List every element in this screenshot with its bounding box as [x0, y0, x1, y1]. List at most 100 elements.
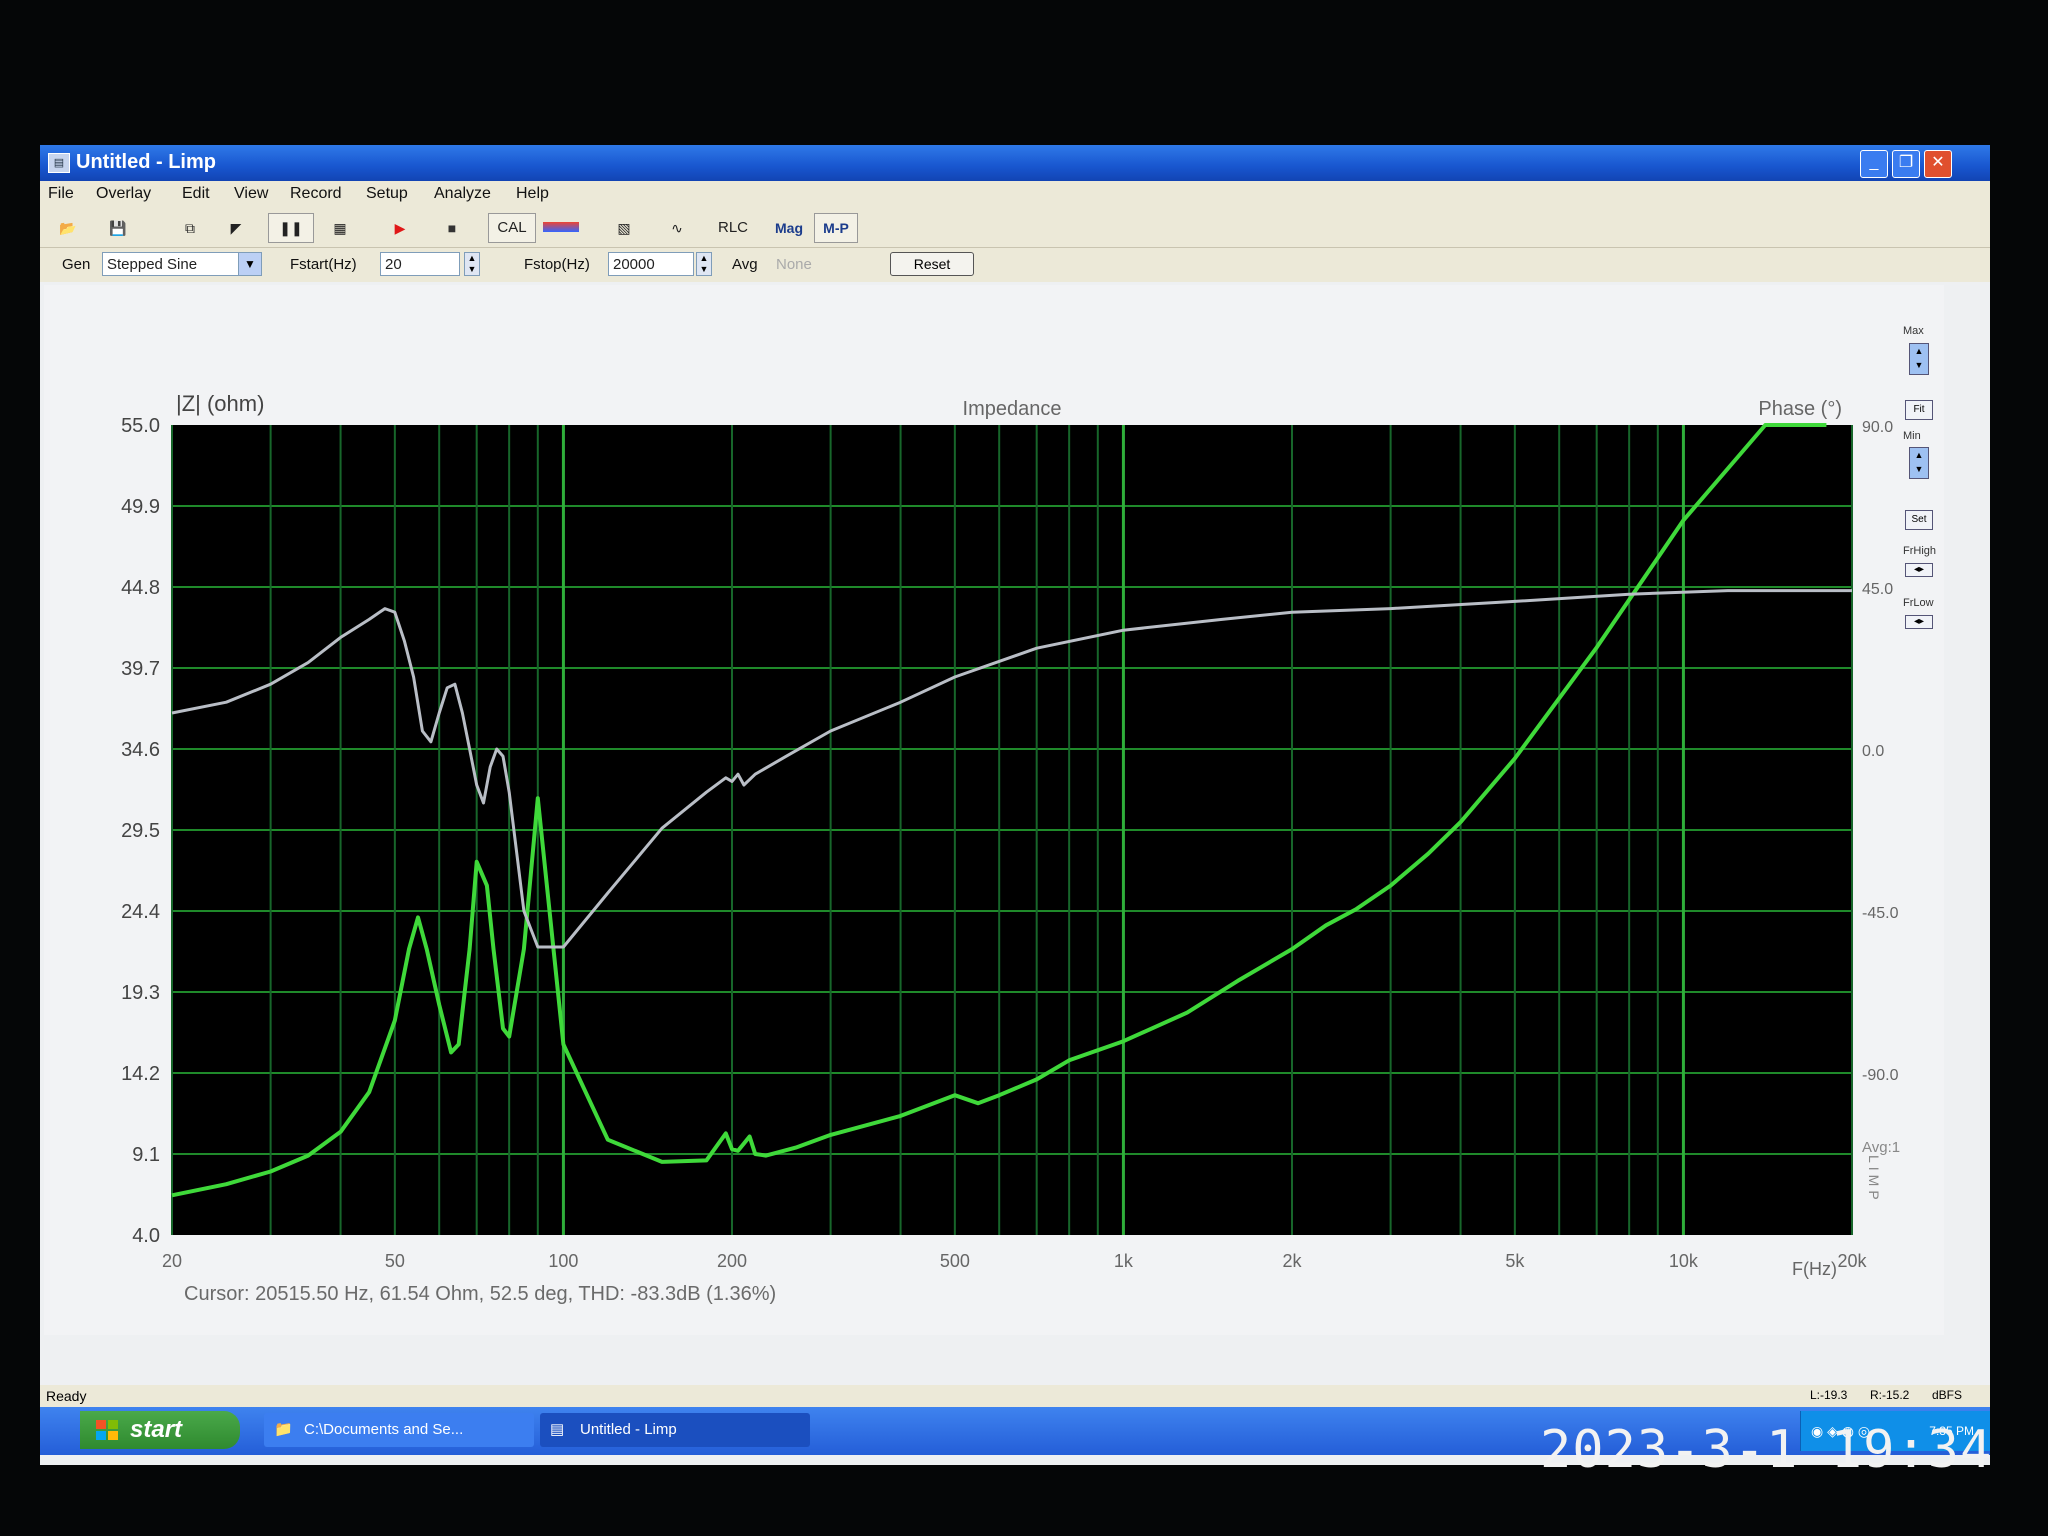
mp-button[interactable]: M-P: [814, 213, 858, 243]
min-label: Min: [1903, 430, 1921, 442]
photo-timestamp: 2023-3-1 19:34: [1540, 1420, 1993, 1480]
x-tick-label: 2k: [1282, 1251, 1302, 1271]
side-controls: Max ▲ ▼ Fit Min ▲ ▼ Set FrHigh ◂▸ FrLow ◂▸: [1895, 315, 1955, 1315]
set-button[interactable]: Set: [1905, 510, 1933, 530]
x-tick-label: 50: [385, 1251, 405, 1271]
generator-bar: Gen Stepped Sine ▼ Fstart(Hz) 20 ▲ ▼ Fsto…: [40, 248, 1990, 282]
menu-setup[interactable]: Setup: [366, 185, 408, 203]
menu-record[interactable]: Record: [290, 185, 342, 203]
reset-button[interactable]: Reset: [890, 252, 974, 276]
y-tick-label: 14.2: [121, 1063, 160, 1085]
menu-analyze[interactable]: Analyze: [434, 185, 491, 203]
y-tick-label: 9.1: [132, 1144, 160, 1166]
close-button[interactable]: ✕: [1924, 150, 1952, 178]
record-play-icon[interactable]: ▶: [384, 213, 416, 243]
menu-help[interactable]: Help: [516, 185, 549, 203]
limp-app-icon[interactable]: ▤: [48, 153, 70, 173]
windows-flag-icon: [96, 1420, 118, 1440]
limp-task-icon: ▤: [550, 1421, 565, 1438]
level-unit: dBFS: [1932, 1388, 1963, 1402]
x-tick-label: 1k: [1114, 1251, 1134, 1271]
y-axis-label: |Z| (ohm): [176, 391, 264, 416]
menu-file[interactable]: File: [48, 185, 74, 203]
waveform-icon[interactable]: ▧: [606, 213, 642, 243]
mag-button[interactable]: Mag: [768, 213, 810, 243]
menu-edit[interactable]: Edit: [182, 185, 210, 203]
copy-icon[interactable]: ⧉: [174, 213, 206, 243]
min-spinner-icon[interactable]: ▲ ▼: [1909, 447, 1929, 479]
x-axis-label: F(Hz): [1792, 1259, 1837, 1279]
chart-title: Impedance: [963, 398, 1062, 420]
y-right-tick-label: 90.0: [1862, 419, 1893, 436]
y-right-axis-label: Phase (°): [1758, 398, 1842, 420]
fstop-spinner-icon[interactable]: ▲ ▼: [696, 252, 712, 276]
minimize-button[interactable]: _: [1860, 150, 1888, 178]
x-tick-label: 5k: [1505, 1251, 1525, 1271]
y-tick-label: 49.9: [121, 496, 160, 518]
x-tick-label: 500: [940, 1251, 970, 1271]
window-title: Untitled - Limp: [76, 151, 216, 173]
y-right-tick-label: 0.0: [1862, 743, 1884, 760]
start-button[interactable]: start: [80, 1411, 240, 1449]
fstop-label: Fstop(Hz): [524, 256, 590, 273]
maximize-button[interactable]: ❐: [1892, 150, 1920, 178]
y-right-tick-label: 45.0: [1862, 581, 1893, 598]
cal-button[interactable]: CAL: [488, 213, 536, 243]
screen: ▤ Untitled - Limp _ ❐ ✕ File Overlay Edi…: [40, 145, 1990, 1465]
task-limp[interactable]: ▤ Untitled - Limp: [540, 1413, 810, 1447]
menu-bar: File Overlay Edit View Record Setup Anal…: [40, 181, 1990, 207]
gen-label: Gen: [62, 256, 91, 273]
vertical-tag: LIMP: [1866, 1155, 1882, 1204]
y-tick-label: 4.0: [132, 1225, 160, 1247]
sine-icon[interactable]: ∿: [658, 213, 696, 243]
avg-value[interactable]: None: [776, 256, 812, 273]
y-tick-label: 24.4: [121, 901, 160, 923]
level-left: L:-19.3: [1810, 1388, 1848, 1402]
pointer-icon[interactable]: ◤: [220, 213, 252, 243]
impedance-chart-panel: 55.0 49.9 44.8 39.7 34.6 29.5 24.4 19.3 14.2 9.1 4…: [44, 285, 1944, 1335]
open-folder-icon[interactable]: 📂: [52, 213, 84, 243]
fstart-input[interactable]: 20: [380, 252, 460, 276]
toolbar: 📂 💾 ⧉ ◤ ❚❚ ▦ ▶ ■ CAL ▧ ∿ RLC Mag M-P: [40, 207, 1990, 248]
fstop-input[interactable]: 20000: [608, 252, 694, 276]
y-tick-label: 19.3: [121, 982, 160, 1004]
start-label: start: [130, 1416, 183, 1443]
folder-icon: 📁: [274, 1421, 293, 1438]
menu-view[interactable]: View: [234, 185, 268, 203]
level-right: R:-15.2: [1870, 1388, 1910, 1402]
impedance-chart[interactable]: 55.0 49.9 44.8 39.7 34.6 29.5 24.4 19.3 14.2 9.1 4…: [44, 285, 1944, 1335]
status-text: Ready: [46, 1388, 87, 1404]
fstart-label: Fstart(Hz): [290, 256, 357, 273]
frhigh-arrows-icon[interactable]: ◂▸: [1905, 563, 1933, 577]
rlc-button[interactable]: RLC: [710, 213, 756, 243]
fstart-spinner-icon[interactable]: ▲ ▼: [464, 252, 480, 276]
x-tick-label: 20k: [1837, 1251, 1867, 1271]
task-explorer[interactable]: 📁 C:\Documents and Se...: [264, 1413, 534, 1447]
frhigh-label: FrHigh: [1903, 545, 1937, 557]
title-bar[interactable]: ▤ Untitled - Limp _ ❐ ✕: [40, 145, 1990, 181]
save-icon[interactable]: 💾: [102, 213, 134, 243]
status-bar: Ready L:-19.3 R:-15.2 dBFS: [40, 1385, 1990, 1407]
spectrum-icon[interactable]: [542, 213, 580, 243]
menu-overlay[interactable]: Overlay: [96, 185, 151, 203]
x-tick-label: 20: [162, 1251, 182, 1271]
x-tick-label: 100: [548, 1251, 578, 1271]
max-label: Max: [1903, 325, 1924, 337]
grid-table-icon[interactable]: ▦: [322, 213, 358, 243]
frlow-label: FrLow: [1903, 597, 1934, 609]
fit-button[interactable]: Fit: [1905, 400, 1933, 420]
task-limp-label: Untitled - Limp: [580, 1421, 677, 1438]
y-tick-label: 39.7: [121, 658, 160, 680]
cursor-readout: Cursor: 20515.50 Hz, 61.54 Ohm, 52.5 deg…: [184, 1283, 776, 1305]
y-tick-label: 55.0: [121, 415, 160, 437]
task-explorer-label: C:\Documents and Se...: [304, 1421, 464, 1438]
pause-icon[interactable]: ❚❚: [268, 213, 314, 243]
avg-label: Avg: [732, 256, 758, 273]
frlow-arrows-icon[interactable]: ◂▸: [1905, 615, 1933, 629]
max-spinner-icon[interactable]: ▲ ▼: [1909, 343, 1929, 375]
y-right-tick-label: -90.0: [1862, 1067, 1899, 1084]
chevron-down-icon[interactable]: ▼: [238, 252, 262, 276]
y-tick-label: 44.8: [121, 577, 160, 599]
y-right-tick-label: -45.0: [1862, 905, 1899, 922]
stop-icon[interactable]: ■: [436, 213, 468, 243]
